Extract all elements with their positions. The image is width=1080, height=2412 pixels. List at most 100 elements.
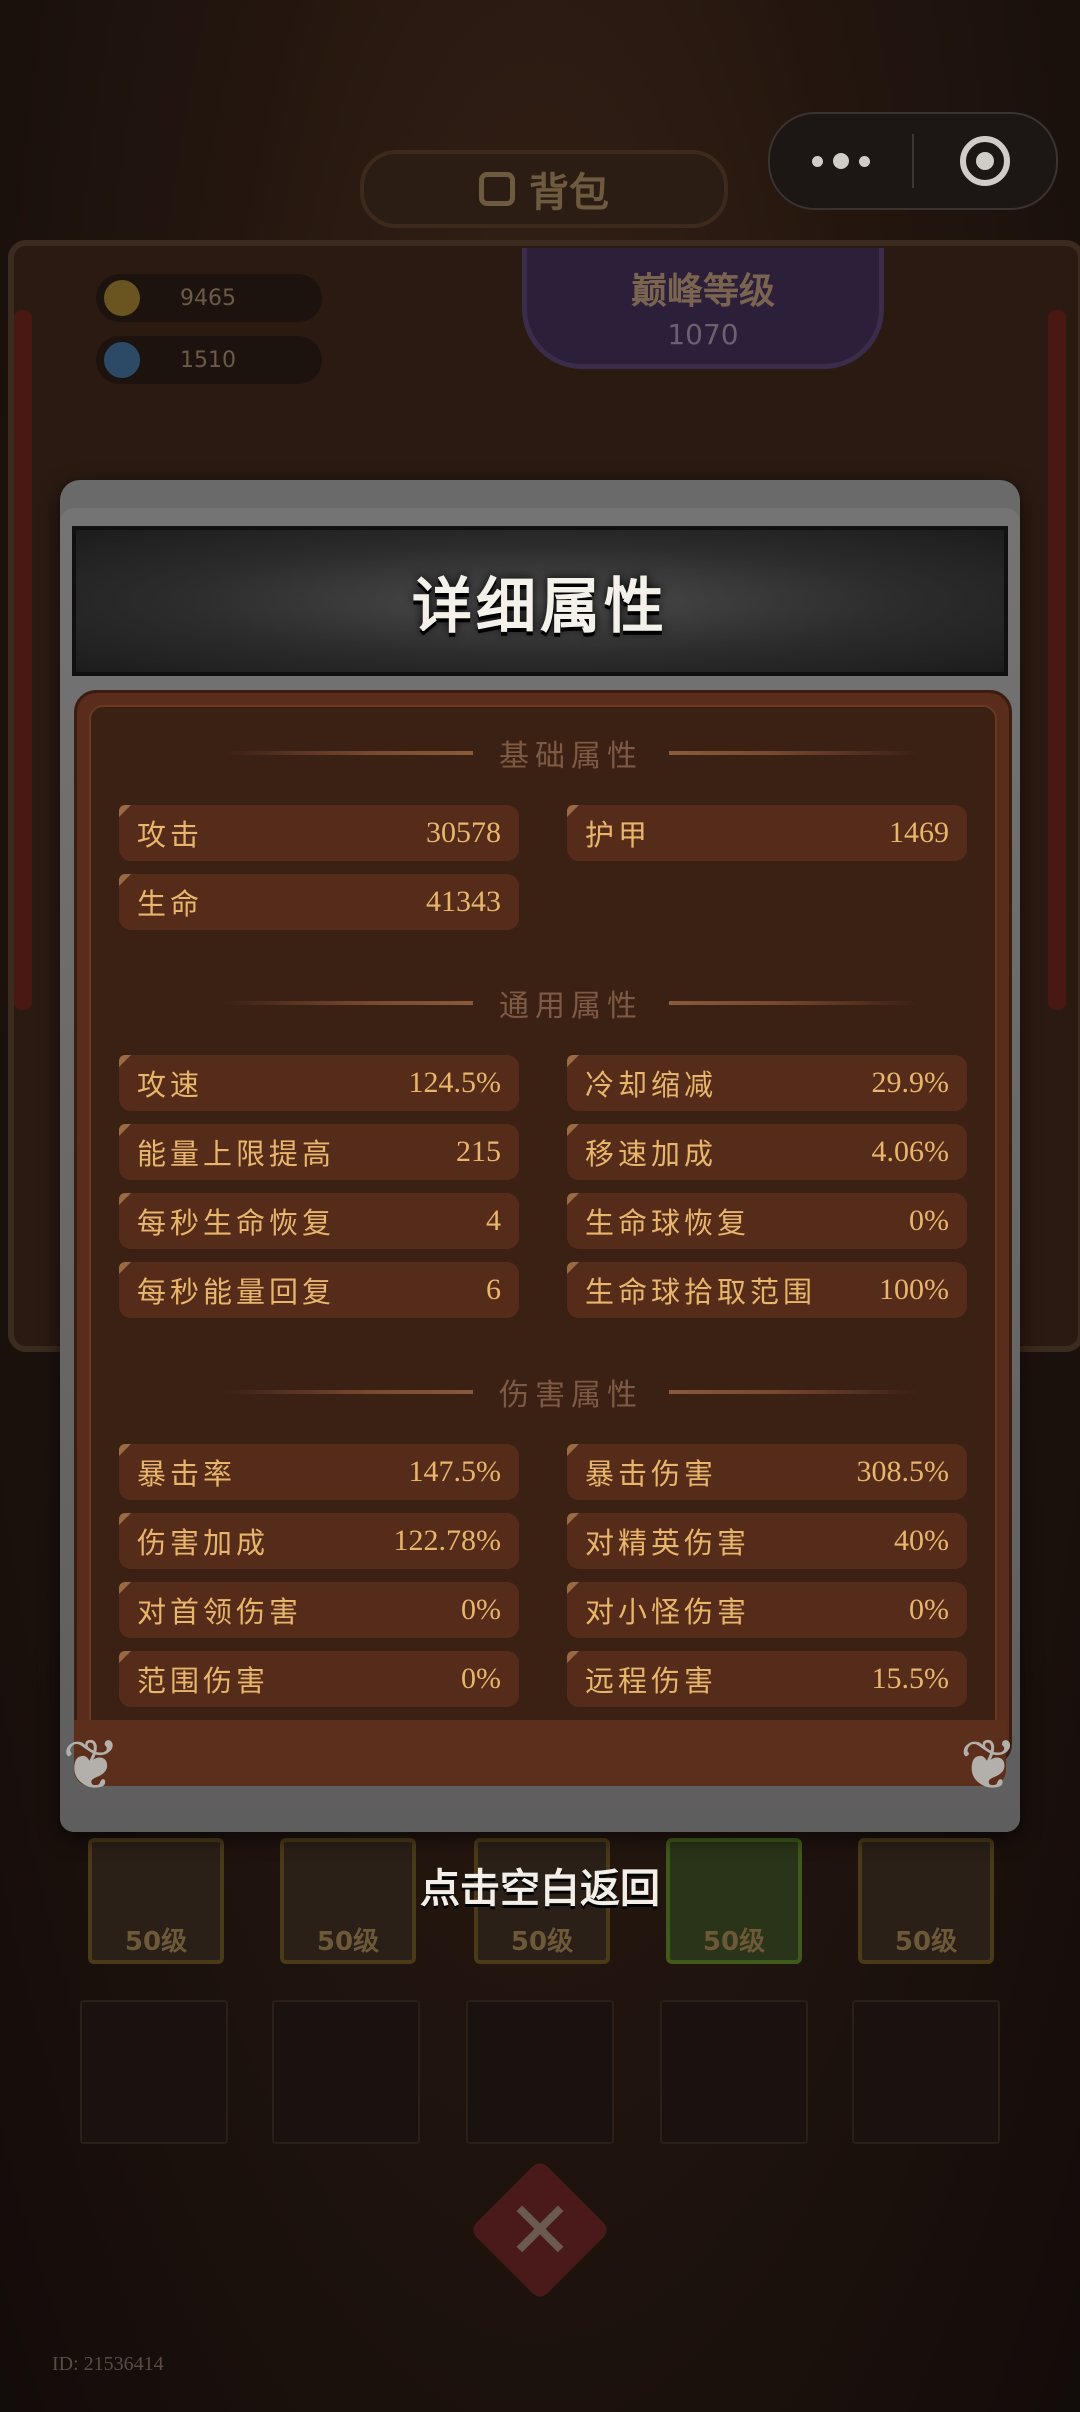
stat-value: 30578 [426,816,501,849]
player-id: ID: 21536414 [52,2353,164,2375]
slot-level: 50级 [894,1927,958,1957]
divider-line [669,1001,919,1005]
gem-icon [104,342,140,378]
bag-frame-right-edge [1048,310,1066,1010]
divider-line [223,1390,473,1394]
section-title: 通用属性 [499,989,643,1024]
stat-name: 远程伤害 [585,1664,718,1698]
stat-value: 215 [456,1135,501,1168]
divider-line [223,751,473,755]
gold-amount: 9465 [180,285,236,311]
stat-name: 生命球拾取范围 [585,1275,817,1309]
popup-title-banner: 详细属性 [72,526,1008,676]
stat-value: 40% [894,1524,949,1557]
stat-name: 暴击伤害 [585,1457,718,1491]
stat-row: 暴击伤害 308.5% [567,1444,967,1500]
attributes-panel: 基础属性 攻击 30578 护甲 1469 生命 41343 通用属性 攻速 1… [74,690,1012,1766]
stat-value: 4.06% [871,1135,950,1168]
popup-title: 详细属性 [412,571,668,642]
stat-row: 生命球拾取范围 100% [567,1262,967,1318]
stat-name: 每秒生命恢复 [137,1206,336,1240]
stat-row: 护甲 1469 [567,805,967,861]
section-heading-basic: 基础属性 [151,733,991,774]
miniprogram-capsule [768,112,1058,210]
stat-row: 对精英伤害 40% [567,1513,967,1569]
stat-name: 伤害加成 [137,1526,270,1560]
stat-value: 15.5% [871,1662,950,1695]
close-circle-icon[interactable] [914,136,1056,186]
stat-name: 移速加成 [585,1137,718,1171]
stat-name: 冷却缩减 [585,1068,718,1102]
bag-title: 背包 [529,170,609,216]
stat-value: 41343 [426,885,501,918]
stat-value: 0% [461,1593,501,1626]
stat-row: 对首领伤害 0% [119,1582,519,1638]
stat-name: 对小怪伤害 [585,1595,751,1629]
slot-level: 50级 [316,1927,380,1957]
stat-value: 0% [909,1593,949,1626]
stat-value: 6 [486,1273,501,1306]
stat-value: 0% [909,1204,949,1237]
peak-level-badge: 巅峰等级 1070 [522,248,884,369]
section-title: 伤害属性 [499,1378,643,1413]
bag-icon [479,172,515,206]
peak-level-value: 1070 [667,318,739,351]
more-dots-icon[interactable] [770,153,912,169]
stat-row: 生命球恢复 0% [567,1193,967,1249]
stat-value: 0% [461,1662,501,1695]
stat-name: 范围伤害 [137,1664,270,1698]
gem-amount: 1510 [180,347,236,373]
stat-value: 147.5% [408,1455,502,1488]
stat-row: 攻击 30578 [119,805,519,861]
stat-row: 每秒生命恢复 4 [119,1193,519,1249]
stat-name: 对首领伤害 [137,1595,303,1629]
stat-name: 对精英伤害 [585,1526,751,1560]
gold-currency: 9465 [96,274,322,322]
stat-name: 护甲 [585,818,652,852]
inventory-cell[interactable] [272,2000,420,2144]
stat-row: 冷却缩减 29.9% [567,1055,967,1111]
stat-value: 122.78% [393,1524,502,1557]
stat-value: 308.5% [856,1455,950,1488]
slot-level: 50级 [124,1927,188,1957]
stat-row: 移速加成 4.06% [567,1124,967,1180]
inventory-cell[interactable] [80,2000,228,2144]
gem-currency: 1510 [96,336,322,384]
detail-attributes-popup: 详细属性 基础属性 攻击 30578 护甲 1469 生命 41343 通用属性… [60,480,1020,1832]
stat-name: 攻击 [137,818,204,852]
stat-value: 1469 [889,816,949,849]
stat-name: 能量上限提高 [137,1137,336,1171]
section-heading-general: 通用属性 [151,983,991,1024]
popup-footer-bar [74,1720,1006,1786]
section-title: 基础属性 [499,739,643,774]
corner-ornament-left-icon: ❦ [62,1724,121,1806]
stat-name: 生命球恢复 [585,1206,751,1240]
stat-name: 暴击率 [137,1457,237,1491]
corner-ornament-right-icon: ❦ [959,1724,1018,1806]
divider-line [223,1001,473,1005]
bag-frame-left-edge [14,310,32,1010]
inventory-cell[interactable] [852,2000,1000,2144]
attributes-panel-body: 基础属性 攻击 30578 护甲 1469 生命 41343 通用属性 攻速 1… [89,705,997,1751]
divider-line [669,751,919,755]
gold-coin-icon [104,280,140,316]
stat-name: 攻速 [137,1068,204,1102]
divider-line [669,1390,919,1394]
stat-row: 伤害加成 122.78% [119,1513,519,1569]
stat-value: 29.9% [871,1066,950,1099]
slot-level: 50级 [702,1927,766,1957]
stat-row: 攻速 124.5% [119,1055,519,1111]
section-heading-damage: 伤害属性 [151,1372,991,1413]
tap-blank-to-return-hint[interactable]: 点击空白返回 [0,1856,1080,1914]
stat-row: 生命 41343 [119,874,519,930]
inventory-cell[interactable] [660,2000,808,2144]
peak-level-title: 巅峰等级 [630,271,775,312]
stat-row: 能量上限提高 215 [119,1124,519,1180]
stat-name: 每秒能量回复 [137,1275,336,1309]
inventory-cell[interactable] [466,2000,614,2144]
stat-row: 对小怪伤害 0% [567,1582,967,1638]
stat-row: 暴击率 147.5% [119,1444,519,1500]
stat-value: 124.5% [408,1066,502,1099]
slot-level: 50级 [510,1927,574,1957]
stat-row: 每秒能量回复 6 [119,1262,519,1318]
